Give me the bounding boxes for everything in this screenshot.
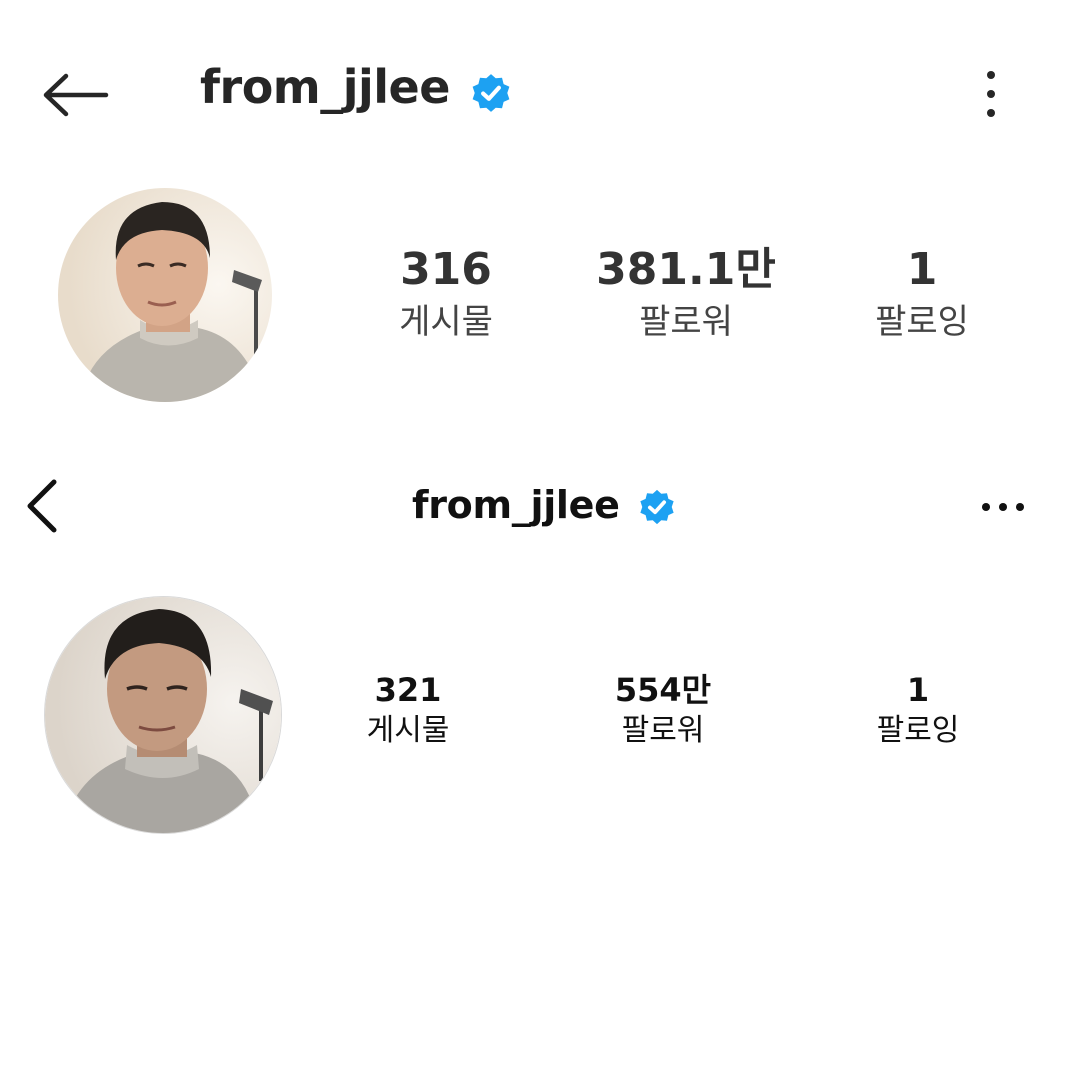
stat-following[interactable]: 1 팔로잉 xyxy=(812,244,1032,344)
stat-label: 게시물 xyxy=(399,302,493,342)
profile-photo xyxy=(58,188,272,402)
stat-label: 팔로워 xyxy=(621,713,705,748)
stat-followers[interactable]: 381.1만 팔로워 xyxy=(576,244,796,344)
stat-value: 321 xyxy=(374,671,442,709)
chevron-left-icon[interactable] xyxy=(22,476,62,536)
arrow-left-icon[interactable] xyxy=(40,70,110,120)
stat-label: 팔로워 xyxy=(639,302,733,342)
avatar[interactable] xyxy=(58,188,272,402)
avatar[interactable] xyxy=(44,596,282,834)
username: from_jjlee xyxy=(200,60,450,114)
username: from_jjlee xyxy=(412,483,620,527)
stat-posts[interactable]: 321 게시물 xyxy=(298,670,518,750)
stat-value: 381.1만 xyxy=(596,244,776,295)
stat-label: 게시물 xyxy=(366,713,450,748)
stat-following[interactable]: 1 팔로잉 xyxy=(808,670,1028,750)
stat-value: 554만 xyxy=(614,671,712,709)
stat-label: 팔로잉 xyxy=(875,302,969,342)
kebab-vertical-icon[interactable] xyxy=(976,68,1006,120)
stat-value: 1 xyxy=(906,671,930,709)
stat-followers[interactable]: 554만 팔로워 xyxy=(553,670,773,750)
ellipsis-horizontal-icon[interactable] xyxy=(978,497,1028,517)
stat-value: 1 xyxy=(906,244,938,295)
verified-badge-icon xyxy=(472,74,510,112)
verified-badge-icon xyxy=(640,489,674,525)
stat-value: 316 xyxy=(400,244,492,295)
stat-label: 팔로잉 xyxy=(876,713,960,748)
stat-posts[interactable]: 316 게시물 xyxy=(336,244,556,344)
profile-photo xyxy=(45,597,281,833)
